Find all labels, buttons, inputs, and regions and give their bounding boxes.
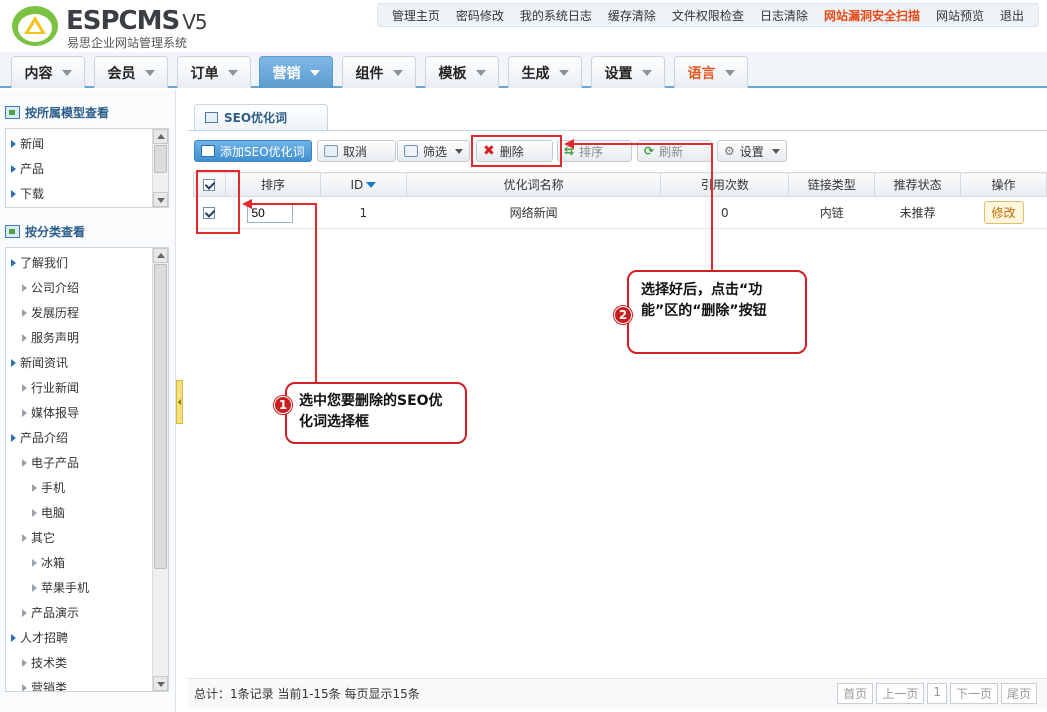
annotation-arrows bbox=[242, 139, 713, 392]
arrow-step-1 bbox=[242, 199, 317, 392]
step-1-badge: 1 bbox=[274, 396, 292, 414]
app-frame: ESPCMS V5 易思企业网站管理系统 管理主页 密码修改 我的系统日志 缓存清… bbox=[0, 0, 1047, 712]
annotation-step-1: 选中您要删除的SEO优化词选择框 bbox=[285, 382, 467, 444]
annotation-step-2: 选择好后，点击“功能”区的“删除”按钮 bbox=[627, 270, 807, 354]
arrow-step-2 bbox=[564, 139, 713, 272]
step-2-badge: 2 bbox=[614, 306, 632, 324]
